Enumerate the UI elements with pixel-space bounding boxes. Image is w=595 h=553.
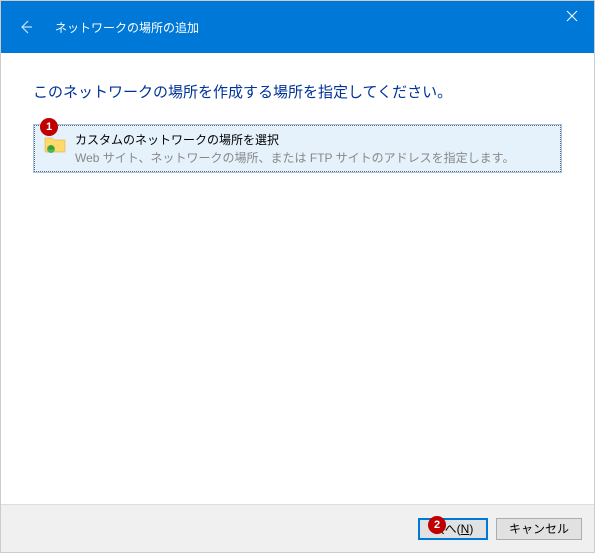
titlebar: ネットワークの場所の追加 bbox=[1, 1, 594, 53]
back-button[interactable] bbox=[15, 16, 37, 38]
option-custom-location[interactable]: カスタムのネットワークの場所を選択 Web サイト、ネットワークの場所、または … bbox=[34, 125, 561, 172]
back-arrow-icon bbox=[18, 19, 34, 35]
page-heading: このネットワークの場所を作成する場所を指定してください。 bbox=[33, 81, 562, 102]
annotation-badge-2: 2 bbox=[428, 516, 446, 534]
close-icon bbox=[566, 10, 578, 22]
close-button[interactable] bbox=[549, 1, 594, 31]
cancel-button[interactable]: キャンセル bbox=[496, 518, 582, 540]
wizard-content: このネットワークの場所を作成する場所を指定してください。 カスタムのネットワーク… bbox=[1, 53, 594, 173]
option-list: カスタムのネットワークの場所を選択 Web サイト、ネットワークの場所、または … bbox=[33, 124, 562, 173]
option-title: カスタムのネットワークの場所を選択 bbox=[75, 131, 552, 148]
option-text: カスタムのネットワークの場所を選択 Web サイト、ネットワークの場所、または … bbox=[75, 131, 552, 166]
option-description: Web サイト、ネットワークの場所、または FTP サイトのアドレスを指定します… bbox=[75, 149, 552, 166]
window-title: ネットワークの場所の追加 bbox=[55, 19, 199, 36]
annotation-badge-1: 1 bbox=[40, 118, 58, 136]
wizard-footer: 次へ(N) キャンセル bbox=[1, 504, 594, 552]
